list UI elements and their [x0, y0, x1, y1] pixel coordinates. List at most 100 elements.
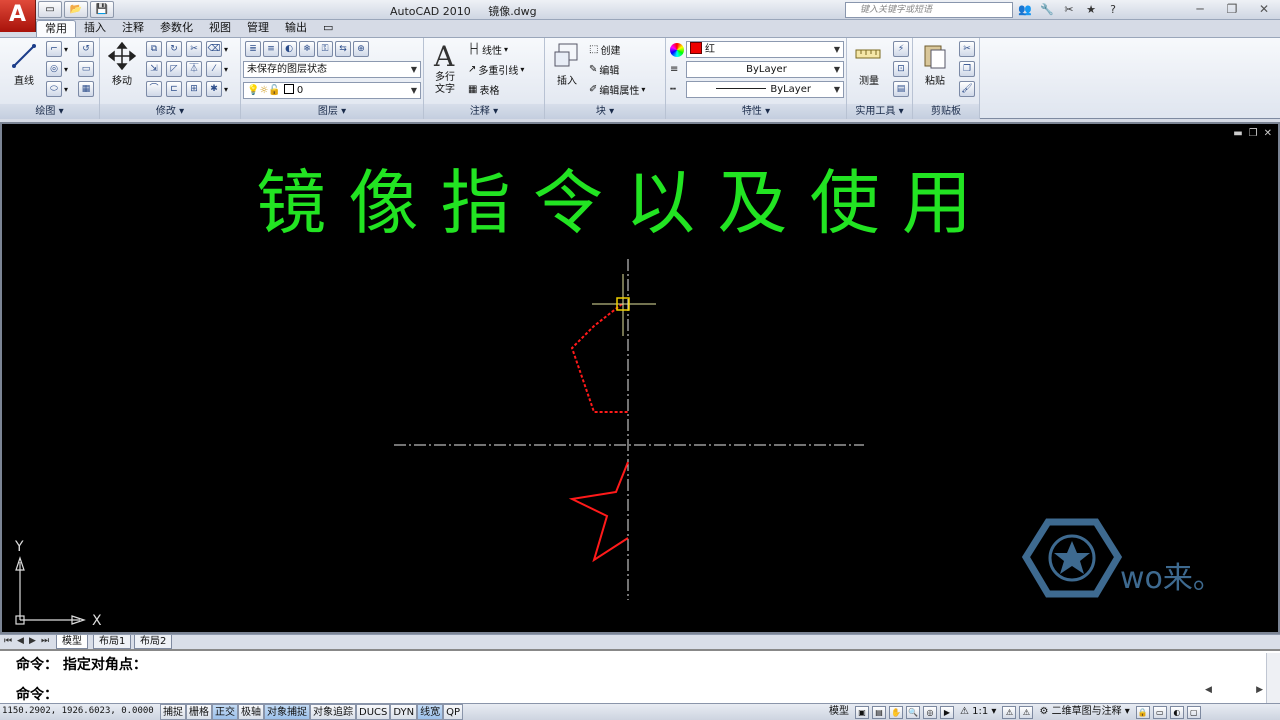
application-menu-button[interactable]: A	[0, 0, 36, 32]
command-scrollbar[interactable]	[1266, 653, 1280, 703]
tab-output[interactable]: 输出	[277, 20, 315, 37]
search-input[interactable]: 键入关键字或短语	[845, 2, 1013, 18]
open-file-icon[interactable]: 📂	[64, 1, 88, 18]
next-tab-icon[interactable]: ▶	[29, 636, 36, 646]
mtext-label[interactable]: 多行 文字	[428, 72, 462, 96]
lineweight-dropdown[interactable]: ByLayer ▼	[686, 81, 844, 98]
arc-tool[interactable]: ↺	[78, 41, 94, 57]
zoom-icon[interactable]: 🔍	[906, 705, 920, 719]
command-line[interactable]: 命令： 指定对角点： 命令： ◀ ▶	[0, 649, 1280, 703]
paste-label[interactable]: 粘贴	[919, 72, 951, 87]
quick-view-layouts-icon[interactable]: ▣	[855, 705, 869, 719]
status-toggle-8[interactable]: 线宽	[417, 704, 444, 720]
first-tab-icon[interactable]: ⏮	[4, 636, 12, 646]
scroll-right-icon[interactable]: ▶	[1256, 685, 1263, 695]
hardware-accel-icon[interactable]: ▭	[1152, 705, 1167, 719]
move-tool-icon[interactable]	[108, 42, 136, 70]
mtext-icon[interactable]: A	[434, 40, 454, 73]
rectangle-tool[interactable]: ▭	[78, 61, 94, 77]
layers-panel-title[interactable]: 图层 ▾	[241, 104, 423, 119]
calculator-tool[interactable]: ▤	[893, 81, 909, 97]
tab-model[interactable]: 模型	[56, 635, 88, 649]
status-toggle-3[interactable]: 极轴	[238, 704, 264, 720]
line-tool-icon[interactable]	[12, 42, 36, 70]
status-toggle-0[interactable]: 捕捉	[160, 704, 186, 720]
select-all-tool[interactable]: ⊡	[893, 61, 909, 77]
annotation-visibility-icon[interactable]: ⚠	[1002, 705, 1017, 719]
create-block-tool[interactable]: ⬚ 创建	[589, 42, 620, 57]
tab-layout2[interactable]: 布局2	[134, 635, 173, 649]
scroll-left-icon[interactable]: ◀	[1205, 685, 1212, 695]
save-file-icon[interactable]: 💾	[90, 1, 114, 18]
subscription-icon[interactable]: 🔧	[1038, 1, 1056, 18]
prev-tab-icon[interactable]: ◀	[17, 636, 24, 646]
mirror-tool[interactable]: ⏄	[186, 61, 202, 77]
linear-dim-tool[interactable]: ├┤ 线性 ▾	[468, 42, 508, 57]
polyline-tool[interactable]: ⌐ ▾	[46, 41, 68, 57]
tab-minimize-ribbon[interactable]: ▭	[315, 20, 341, 37]
lineweight-icon[interactable]: ┅	[670, 84, 676, 95]
array-grid-tool[interactable]: ⊞	[186, 81, 202, 97]
status-toggle-2[interactable]: 正交	[212, 704, 238, 720]
annotation-panel-title[interactable]: 注释 ▾	[424, 104, 544, 119]
communication-center-icon[interactable]: 👥	[1016, 1, 1034, 18]
array-tool[interactable]: ⊏	[166, 81, 182, 97]
erase-tool[interactable]: ⌫ ▾	[206, 41, 228, 57]
insert-block-label[interactable]: 插入	[551, 72, 583, 87]
status-toggle-7[interactable]: DYN	[390, 704, 418, 720]
draw-panel-title[interactable]: 绘图 ▾	[0, 104, 99, 119]
rotate-tool[interactable]: ↻	[166, 41, 182, 57]
tab-layout1[interactable]: 布局1	[93, 635, 132, 649]
tab-view[interactable]: 视图	[201, 20, 239, 37]
quick-view-drawings-icon[interactable]: ▤	[872, 705, 886, 719]
layer-properties-tool[interactable]: ≣ ≡ ◐ ❄ ⚿ ⇆ ⊕	[245, 41, 369, 57]
status-toggle-1[interactable]: 栅格	[186, 704, 212, 720]
utilities-panel-title[interactable]: 实用工具 ▾	[847, 104, 912, 119]
minimize-icon[interactable]: ─	[1184, 0, 1216, 19]
line-tool-label[interactable]: 直线	[8, 72, 40, 87]
command-prompt[interactable]: 命令：	[16, 684, 58, 704]
properties-panel-title[interactable]: 特性 ▾	[666, 104, 846, 119]
paste-icon[interactable]	[923, 42, 947, 70]
tab-manage[interactable]: 管理	[239, 20, 277, 37]
status-toggle-9[interactable]: QP	[443, 704, 464, 720]
layer-dropdown[interactable]: 💡☼🔓 0 ▼	[243, 82, 421, 99]
favorites-icon[interactable]: ★	[1082, 1, 1100, 18]
workspace-switch[interactable]: ⚙ 二维草图与注释 ▾	[1036, 704, 1132, 720]
half-star-shape[interactable]	[568, 461, 629, 563]
edit-block-tool[interactable]: ✎ 编辑	[589, 62, 619, 77]
clipboard-panel-title[interactable]: 剪贴板	[913, 104, 979, 119]
clean-screen-icon[interactable]: ▢	[1186, 705, 1201, 719]
annotation-scale-dropdown[interactable]: ⚠ 1:1 ▾	[957, 704, 999, 720]
modify-panel-title[interactable]: 修改 ▾	[100, 104, 240, 119]
fillet-tool[interactable]: ⌒	[146, 81, 162, 97]
explode-tool[interactable]: ✱ ▾	[206, 81, 228, 97]
showmotion-icon[interactable]: ▶	[940, 705, 954, 719]
pan-icon[interactable]: ✋	[889, 705, 903, 719]
tab-insert[interactable]: 插入	[76, 20, 114, 37]
copy-clip-tool[interactable]: ❐	[959, 61, 975, 77]
tab-annotate[interactable]: 注释	[114, 20, 152, 37]
measure-icon[interactable]	[855, 46, 881, 62]
tab-home[interactable]: 常用	[36, 20, 76, 37]
insert-block-icon[interactable]	[553, 42, 581, 70]
mleader-tool[interactable]: ↗ 多重引线 ▾	[468, 62, 524, 77]
circle-tool[interactable]: ◎ ▾	[46, 61, 68, 77]
close-icon[interactable]: ✕	[1248, 0, 1280, 19]
status-toggle-5[interactable]: 对象追踪	[310, 704, 356, 720]
move-tool-label[interactable]: 移动	[106, 72, 138, 87]
linetype-icon[interactable]: ≡	[670, 64, 678, 75]
new-file-icon[interactable]: ▭	[38, 1, 62, 18]
table-tool[interactable]: ▦ 表格	[468, 82, 499, 97]
color-wheel-icon[interactable]	[670, 43, 684, 57]
block-panel-title[interactable]: 块 ▾	[545, 104, 665, 119]
tab-parametric[interactable]: 参数化	[152, 20, 201, 37]
drawing-area[interactable]: ▬ ❐ ✕ 镜 像 指 令 以 及 使 用 Y X wo来。	[0, 122, 1280, 634]
status-toggle-4[interactable]: 对象捕捉	[264, 704, 310, 720]
hatch-tool[interactable]: ▦	[78, 81, 94, 97]
restore-icon[interactable]: ❐	[1216, 0, 1248, 19]
selected-half-star[interactable]	[570, 303, 628, 413]
status-toggle-6[interactable]: DUCS	[356, 704, 391, 720]
trim-tool[interactable]: ✂	[186, 41, 202, 57]
isolate-objects-icon[interactable]: ◐	[1169, 705, 1184, 719]
